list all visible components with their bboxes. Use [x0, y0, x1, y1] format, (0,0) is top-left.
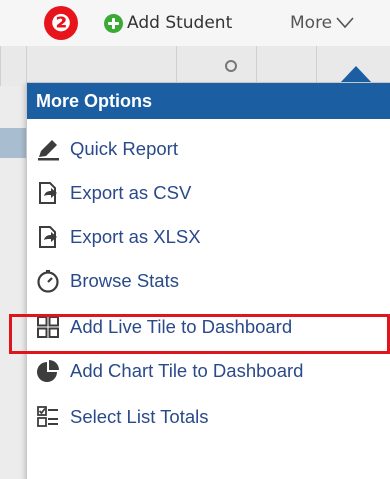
- background-selected-row: [0, 128, 26, 158]
- background-column: [176, 46, 256, 86]
- more-label: More: [290, 13, 333, 33]
- menu-item-label: Quick Report: [70, 138, 178, 159]
- menu-header: More Options: [27, 83, 390, 119]
- toolbar: ❷ Add Student More: [0, 0, 390, 46]
- pencil-icon: [38, 140, 59, 161]
- pie-chart-icon: [37, 360, 59, 382]
- menu-item-quick-report[interactable]: Quick Report: [27, 127, 390, 171]
- menu-item-label: Add Live Tile to Dashboard: [70, 316, 293, 337]
- menu-item-label: Export as CSV: [70, 182, 192, 203]
- background-column: [26, 46, 176, 86]
- menu-item-label: Add Chart Tile to Dashboard: [70, 360, 304, 381]
- menu-item-label: Select List Totals: [70, 406, 209, 427]
- menu-item-add-live-tile[interactable]: Add Live Tile to Dashboard: [27, 305, 390, 349]
- tiles-icon: [37, 316, 59, 338]
- more-options-menu: More Options Quick Report Export as CSV …: [26, 82, 390, 479]
- menu-item-label: Browse Stats: [70, 270, 179, 291]
- menu-item-export-xlsx[interactable]: Export as XLSX: [27, 215, 390, 259]
- step-number-badge: ❷: [44, 6, 78, 40]
- add-student-button[interactable]: Add Student: [104, 8, 232, 38]
- menu-item-add-chart-tile[interactable]: Add Chart Tile to Dashboard: [27, 349, 390, 393]
- gear-icon: [225, 60, 237, 72]
- background-column: [256, 46, 316, 86]
- export-icon: [39, 226, 57, 248]
- export-icon: [39, 182, 57, 204]
- menu-item-export-csv[interactable]: Export as CSV: [27, 171, 390, 215]
- menu-item-browse-stats[interactable]: Browse Stats: [27, 259, 390, 303]
- more-button[interactable]: More: [290, 8, 354, 38]
- gauge-icon: [37, 270, 59, 293]
- plus-circle-icon: [104, 13, 123, 33]
- menu-item-label: Export as XLSX: [70, 226, 201, 247]
- checklist-icon: [37, 406, 58, 427]
- chevron-down-icon: [336, 17, 354, 29]
- background-column: [0, 46, 26, 86]
- add-student-label: Add Student: [127, 13, 233, 33]
- menu-item-select-list-totals[interactable]: Select List Totals: [27, 395, 390, 439]
- menu-caret: [340, 66, 372, 83]
